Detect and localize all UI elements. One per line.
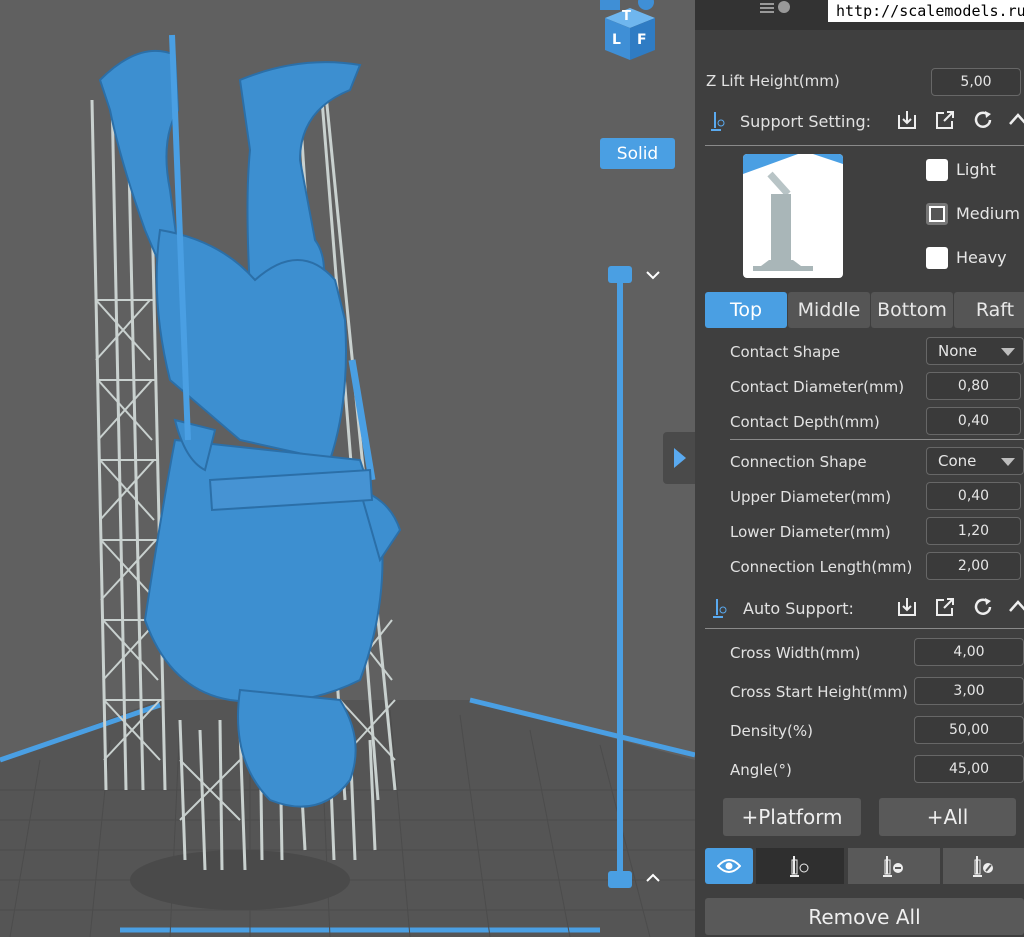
panel-tab-icon[interactable] xyxy=(760,0,800,16)
remove-support-icon xyxy=(883,856,903,877)
export-icon[interactable] xyxy=(934,109,956,131)
contact-depth-input[interactable]: 0,40 xyxy=(926,407,1021,435)
separator xyxy=(730,439,1024,440)
view-mode-label: Solid xyxy=(616,143,659,164)
contact-diameter-input[interactable]: 0,80 xyxy=(926,372,1021,400)
contact-shape-select[interactable]: None xyxy=(926,337,1024,365)
medium-label: Medium xyxy=(956,204,1020,223)
tab-middle[interactable]: Middle xyxy=(788,292,870,328)
lower-diameter-input[interactable]: 1,20 xyxy=(926,517,1021,545)
connection-shape-select[interactable]: Cone xyxy=(926,447,1024,475)
model-figure[interactable] xyxy=(98,34,402,808)
edit-support-tool-button[interactable] xyxy=(943,848,1024,884)
auto-support-icon xyxy=(712,597,728,619)
support-setting-title: Support Setting: xyxy=(740,112,872,131)
z-lift-label: Z Lift Height(mm) xyxy=(706,72,840,90)
import-icon[interactable] xyxy=(896,109,918,131)
light-checkbox[interactable] xyxy=(926,159,948,181)
angle-input[interactable]: 45,00 xyxy=(914,755,1024,783)
separator xyxy=(705,628,1024,629)
view-cube-face-t[interactable]: T xyxy=(622,9,631,24)
cross-start-height-label: Cross Start Height(mm) xyxy=(730,683,908,701)
upper-diameter-input[interactable]: 0,40 xyxy=(926,482,1021,510)
connection-length-input[interactable]: 2,00 xyxy=(926,552,1021,580)
layer-slider-bottom-handle[interactable] xyxy=(608,871,632,888)
cross-start-height-input[interactable]: 3,00 xyxy=(914,677,1024,705)
tab-top[interactable]: Top xyxy=(705,292,787,328)
collapse-icon[interactable] xyxy=(1007,109,1024,131)
lower-diameter-label: Lower Diameter(mm) xyxy=(730,523,891,541)
chevron-up-icon[interactable] xyxy=(645,870,661,886)
layer-slider-track[interactable] xyxy=(617,274,623,882)
contact-shape-label: Contact Shape xyxy=(730,343,841,361)
remove-support-tool-button[interactable] xyxy=(848,848,940,884)
view-cube-face-l[interactable]: L xyxy=(612,32,621,48)
angle-label: Angle(°) xyxy=(730,761,792,779)
heavy-checkbox[interactable] xyxy=(926,247,948,269)
connection-shape-label: Connection Shape xyxy=(730,453,867,471)
add-platform-supports-button[interactable]: +Platform xyxy=(723,798,861,836)
support-icon xyxy=(710,110,726,132)
chevron-down-icon xyxy=(1001,348,1015,356)
view-cube[interactable]: T L F xyxy=(600,0,660,64)
cross-width-input[interactable]: 4,00 xyxy=(914,638,1024,666)
heavy-label: Heavy xyxy=(956,248,1007,267)
remove-all-button[interactable]: Remove All xyxy=(705,898,1024,935)
z-lift-input[interactable]: 5,00 xyxy=(931,68,1021,96)
eye-icon xyxy=(717,859,741,873)
export-icon[interactable] xyxy=(934,596,956,618)
tab-bottom[interactable]: Bottom xyxy=(871,292,953,328)
add-support-icon xyxy=(790,856,809,877)
edit-support-icon xyxy=(972,856,993,877)
support-panel: http://scalemodels.ru Z Lift Height(mm) … xyxy=(695,0,1024,937)
auto-support-title: Auto Support: xyxy=(743,599,854,618)
light-label: Light xyxy=(956,160,996,179)
connection-length-label: Connection Length(mm) xyxy=(730,558,913,576)
watermark: http://scalemodels.ru xyxy=(828,0,1024,22)
scene-canvas[interactable] xyxy=(0,0,695,937)
support-preview-image xyxy=(743,154,843,278)
show-supports-button[interactable] xyxy=(705,848,753,884)
contact-depth-label: Contact Depth(mm) xyxy=(730,413,880,431)
collapse-icon[interactable] xyxy=(1007,596,1024,618)
chevron-down-icon[interactable] xyxy=(645,267,661,283)
density-label: Density(%) xyxy=(730,722,813,740)
tab-raft[interactable]: Raft xyxy=(954,292,1024,328)
reset-icon[interactable] xyxy=(972,596,994,618)
contact-diameter-label: Contact Diameter(mm) xyxy=(730,378,905,396)
view-cube-face-f[interactable]: F xyxy=(637,32,647,48)
view-mode-button[interactable]: Solid xyxy=(600,138,675,169)
medium-checkbox[interactable] xyxy=(926,203,948,225)
upper-diameter-label: Upper Diameter(mm) xyxy=(730,488,892,506)
layer-slider-top-handle[interactable] xyxy=(608,266,632,283)
add-support-tool-button[interactable] xyxy=(756,848,844,884)
panel-collapse-tab[interactable] xyxy=(663,432,695,484)
separator xyxy=(705,145,1024,146)
chevron-down-icon xyxy=(1001,458,1015,466)
reset-icon[interactable] xyxy=(972,109,994,131)
density-input[interactable]: 50,00 xyxy=(914,716,1024,744)
cross-width-label: Cross Width(mm) xyxy=(730,644,861,662)
import-icon[interactable] xyxy=(896,596,918,618)
add-all-supports-button[interactable]: +All xyxy=(879,798,1016,836)
3d-viewport[interactable]: T L F Solid xyxy=(0,0,695,937)
